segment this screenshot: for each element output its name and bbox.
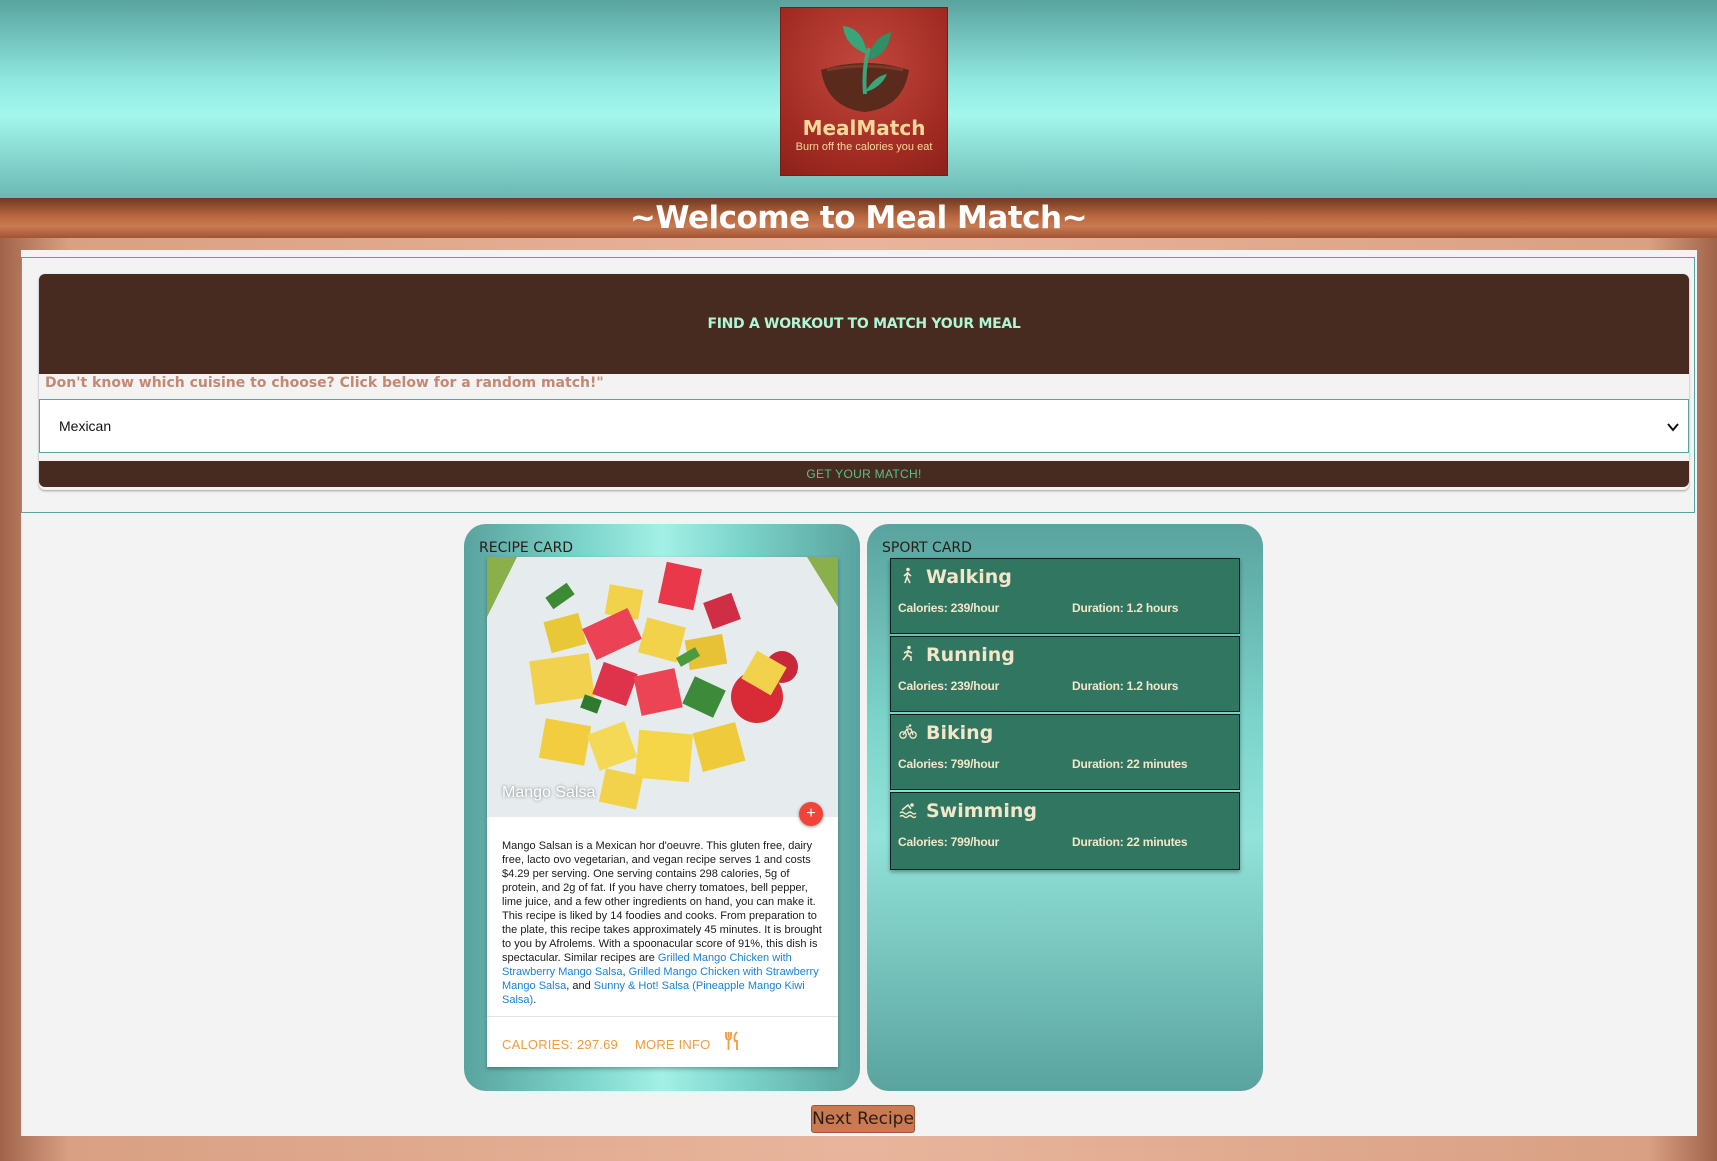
mango-salsa-photo <box>487 557 838 817</box>
random-match-hint: Don't know which cuisine to choose? Clic… <box>45 375 604 391</box>
recipe-card-column: RECIPE CARD Mango Salsa + Mango Salsan i… <box>464 524 860 1091</box>
sport-calories: Calories: 239/hour <box>898 679 1000 693</box>
sport-item-running[interactable]: Running Calories: 239/hour Duration: 1.2… <box>890 636 1240 712</box>
logo-name: MealMatch <box>802 116 926 140</box>
utensils-icon[interactable] <box>724 1031 742 1051</box>
sport-duration: Duration: 1.2 hours <box>1072 679 1179 693</box>
recipe-description-text: Mango Salsan is a Mexican hor d'oeuvre. … <box>502 840 822 964</box>
recipe-card: Mango Salsa + Mango Salsan is a Mexican … <box>487 557 838 1067</box>
separator-text: , and <box>566 980 594 992</box>
mealmatch-logo[interactable]: MealMatch Burn off the calories you eat <box>780 7 948 176</box>
walking-icon <box>903 567 912 584</box>
swimming-icon <box>899 803 917 819</box>
next-recipe-button[interactable]: Next Recipe <box>811 1105 915 1133</box>
separator-text: . <box>533 994 537 1006</box>
sport-name: Swimming <box>926 800 1037 822</box>
leaf-bowl-icon <box>821 26 909 112</box>
welcome-bar: ~Welcome to Meal Match~ <box>0 198 1717 238</box>
form-heading: FIND A WORKOUT TO MATCH YOUR MEAL <box>707 316 1021 332</box>
sport-calories: Calories: 799/hour <box>898 835 1000 849</box>
sport-item-walking[interactable]: Walking Calories: 239/hour Duration: 1.2… <box>890 558 1240 634</box>
sport-card-title: SPORT CARD <box>882 540 972 556</box>
recipe-image[interactable]: Mango Salsa <box>487 557 838 817</box>
card-divider <box>487 1016 838 1017</box>
page-title: ~Welcome to Meal Match~ <box>629 200 1088 236</box>
sport-card-column: SPORT CARD Walking Calories: 239/hour Du… <box>867 524 1263 1091</box>
sport-name: Biking <box>926 722 994 744</box>
sport-duration: Duration: 22 minutes <box>1072 835 1188 849</box>
cuisine-selected-value: Mexican <box>59 418 112 434</box>
more-info-link[interactable]: MORE INFO <box>635 1037 710 1052</box>
sport-duration: Duration: 22 minutes <box>1072 757 1188 771</box>
add-recipe-button[interactable]: + <box>799 802 823 826</box>
sport-duration: Duration: 1.2 hours <box>1072 601 1179 615</box>
running-icon <box>902 645 913 661</box>
recipe-calories: CALORIES: 297.69 <box>502 1037 618 1052</box>
recipe-card-title: RECIPE CARD <box>479 540 574 556</box>
sport-item-biking[interactable]: Biking Calories: 799/hour Duration: 22 m… <box>890 714 1240 790</box>
logo-tagline: Burn off the calories you eat <box>795 141 933 153</box>
sport-list: Walking Calories: 239/hour Duration: 1.2… <box>890 558 1240 870</box>
search-form-section: FIND A WORKOUT TO MATCH YOUR MEAL Don't … <box>21 257 1695 513</box>
recipe-description: Mango Salsan is a Mexican hor d'oeuvre. … <box>502 839 827 1007</box>
sport-name: Walking <box>926 566 1012 588</box>
search-form-card: FIND A WORKOUT TO MATCH YOUR MEAL Don't … <box>39 274 1689 490</box>
sport-item-swimming[interactable]: Swimming Calories: 799/hour Duration: 22… <box>890 792 1240 870</box>
sport-calories: Calories: 239/hour <box>898 601 1000 615</box>
form-header: FIND A WORKOUT TO MATCH YOUR MEAL <box>39 274 1689 374</box>
get-match-button[interactable]: GET YOUR MATCH! <box>39 461 1689 487</box>
main-panel: FIND A WORKOUT TO MATCH YOUR MEAL Don't … <box>21 250 1697 1136</box>
recipe-name: Mango Salsa <box>502 784 596 801</box>
cuisine-select[interactable]: Mexican <box>39 399 1689 453</box>
sport-calories: Calories: 799/hour <box>898 757 1000 771</box>
top-banner: MealMatch Burn off the calories you eat <box>0 0 1717 198</box>
biking-icon <box>899 724 917 739</box>
sport-name: Running <box>926 644 1015 666</box>
chevron-down-icon <box>1667 423 1679 432</box>
